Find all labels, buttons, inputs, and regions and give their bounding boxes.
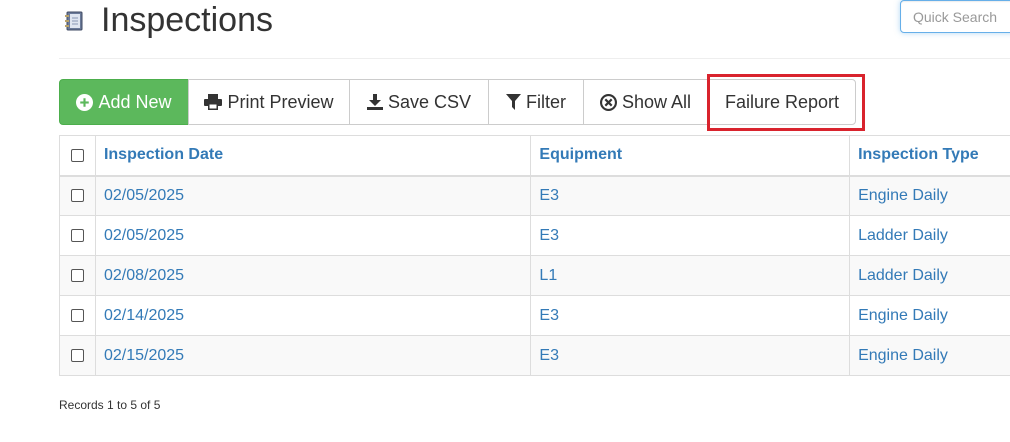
inspection-type-link[interactable]: Ladder Daily [849, 255, 1010, 296]
page-title: Inspections [101, 1, 273, 39]
table-row: 02/08/2025 L1 Ladder Daily [59, 255, 1010, 296]
column-header-inspection-date[interactable]: Inspection Date [94, 135, 532, 177]
show-all-button[interactable]: Show All [583, 79, 708, 125]
equipment-link[interactable]: E3 [530, 175, 851, 216]
inspection-date-link[interactable]: 02/14/2025 [94, 295, 532, 336]
save-csv-label: Save CSV [387, 91, 472, 112]
column-header-inspection-type[interactable]: Inspection Type [849, 135, 1010, 177]
row-checkbox[interactable] [70, 228, 84, 242]
row-checkbox[interactable] [70, 348, 84, 362]
select-all-checkbox[interactable] [70, 148, 84, 162]
equipment-link[interactable]: E3 [530, 295, 851, 336]
save-csv-button[interactable]: Save CSV [349, 79, 489, 125]
equipment-link[interactable]: E3 [530, 215, 851, 256]
table-header-row: Inspection Date Equipment Inspection Typ… [59, 135, 1010, 177]
inspection-type-link[interactable]: Engine Daily [849, 335, 1010, 376]
toolbar: Add New Print Preview Save CSV Filter Sh… [59, 79, 856, 125]
quick-search-input[interactable] [900, 0, 1010, 33]
print-preview-button[interactable]: Print Preview [188, 79, 350, 125]
equipment-link[interactable]: L1 [530, 255, 851, 296]
inspection-type-link[interactable]: Engine Daily [849, 175, 1010, 216]
row-checkbox[interactable] [70, 189, 84, 203]
filter-label: Filter [526, 91, 566, 112]
column-header-equipment[interactable]: Equipment [530, 135, 851, 177]
table-row: 02/14/2025 E3 Engine Daily [59, 295, 1010, 336]
inspections-table: Inspection Date Equipment Inspection Typ… [59, 135, 1010, 376]
row-select-cell [59, 335, 96, 376]
print-preview-label: Print Preview [227, 91, 334, 112]
row-select-cell [59, 215, 96, 256]
inspection-date-link[interactable]: 02/15/2025 [94, 335, 532, 376]
inspection-type-link[interactable]: Ladder Daily [849, 215, 1010, 256]
table-row: 02/05/2025 E3 Ladder Daily [59, 215, 1010, 256]
inspection-type-link[interactable]: Engine Daily [849, 295, 1010, 336]
notebook-icon [65, 11, 83, 31]
table-row: 02/15/2025 E3 Engine Daily [59, 335, 1010, 376]
plus-circle-icon [76, 93, 94, 111]
add-new-label: Add New [98, 91, 172, 112]
filter-icon [506, 94, 521, 110]
filter-button[interactable]: Filter [488, 79, 584, 125]
inspection-date-link[interactable]: 02/08/2025 [94, 255, 532, 296]
show-all-label: Show All [621, 91, 692, 112]
download-icon [366, 94, 383, 110]
records-count: Records 1 to 5 of 5 [59, 398, 161, 412]
failure-report-label: Failure Report [724, 91, 840, 112]
select-all-cell [59, 135, 96, 177]
row-select-cell [59, 175, 96, 216]
row-select-cell [59, 295, 96, 336]
row-select-cell [59, 255, 96, 296]
add-new-button[interactable]: Add New [59, 79, 189, 125]
header-divider [59, 58, 1010, 59]
inspections-page: Inspections Add New [0, 0, 1010, 442]
failure-report-button[interactable]: Failure Report [708, 79, 856, 125]
inspection-date-link[interactable]: 02/05/2025 [94, 175, 532, 216]
row-checkbox[interactable] [70, 268, 84, 282]
table-row: 02/05/2025 E3 Engine Daily [59, 175, 1010, 216]
equipment-link[interactable]: E3 [530, 335, 851, 376]
printer-icon [204, 94, 223, 110]
times-circle-icon [599, 93, 617, 111]
inspection-date-link[interactable]: 02/05/2025 [94, 215, 532, 256]
row-checkbox[interactable] [70, 308, 84, 322]
